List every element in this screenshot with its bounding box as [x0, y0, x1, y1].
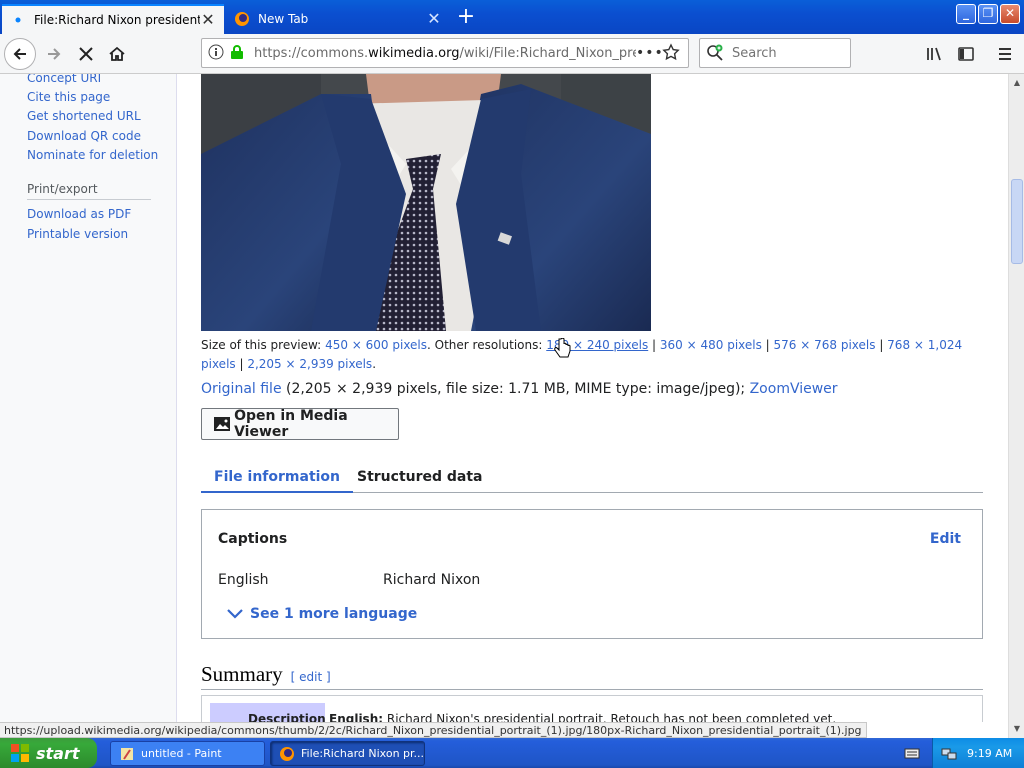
stop-x-icon — [79, 47, 93, 61]
arrow-right-icon — [48, 48, 61, 60]
home-icon — [109, 46, 125, 61]
clock[interactable]: 9:19 AM — [967, 747, 1012, 760]
sidebar-link-printable[interactable]: Printable version — [27, 227, 128, 241]
zoomviewer-link[interactable]: ZoomViewer — [750, 381, 838, 397]
tab-title: File:Richard Nixon presidential por — [34, 13, 200, 27]
hamburger-icon — [999, 48, 1011, 60]
scroll-down-icon[interactable]: ▼ — [1011, 722, 1023, 736]
sidebar-link-nominate-deletion[interactable]: Nominate for deletion — [27, 148, 158, 162]
home-button[interactable] — [101, 38, 133, 70]
address-bar[interactable]: https://commons.wikimedia.org/wiki/File:… — [201, 38, 689, 68]
library-icon — [927, 47, 941, 61]
search-bar[interactable]: Search — [699, 38, 851, 68]
tab-wikimedia-file[interactable]: File:Richard Nixon presidential por ✕ — [2, 4, 224, 34]
sidebar-link-short-url[interactable]: Get shortened URL — [27, 109, 141, 123]
file-tabs: File information Structured data — [201, 466, 983, 493]
summary-edit-link[interactable]: [ edit ] — [291, 670, 331, 684]
caption-text: Richard Nixon — [383, 572, 481, 588]
scrollbar-thumb[interactable] — [1011, 179, 1023, 264]
page-viewport: Concept URI Cite this page Get shortened… — [0, 74, 1008, 722]
start-button[interactable]: start — [0, 738, 97, 768]
sidebar-icon — [958, 47, 974, 61]
description-text: English: Richard Nixon's presidential po… — [329, 712, 837, 722]
resolution-link-576[interactable]: 576 × 768 pixels — [774, 338, 876, 352]
close-window-button[interactable]: ✕ — [1000, 4, 1020, 24]
loading-dot-icon — [10, 12, 26, 28]
open-media-viewer-button[interactable]: Open in Media Viewer — [201, 408, 399, 440]
network-icon[interactable] — [941, 745, 957, 761]
taskbar-item-paint[interactable]: untitled - Paint — [110, 741, 265, 766]
back-button[interactable] — [4, 38, 36, 70]
image-icon — [214, 417, 230, 431]
bookmark-star-icon[interactable] — [662, 42, 688, 64]
preview-size-info: Size of this preview: 450 × 600 pixels. … — [201, 338, 963, 371]
sidebar-link-download-pdf[interactable]: Download as PDF — [27, 207, 131, 221]
status-url-bar: https://upload.wikimedia.org/wikipedia/c… — [0, 722, 867, 738]
info-icon[interactable] — [208, 44, 230, 63]
paint-icon — [119, 746, 135, 762]
vertical-scrollbar[interactable]: ▲ ▼ — [1008, 74, 1024, 738]
taskbar-item-firefox[interactable]: File:Richard Nixon pr... — [270, 741, 425, 766]
firefox-logo-icon — [234, 11, 250, 27]
url-text[interactable]: https://commons.wikimedia.org/wiki/File:… — [248, 46, 636, 61]
stop-button[interactable] — [70, 38, 102, 70]
sidebar-toggle-button[interactable] — [950, 38, 982, 70]
windows-taskbar: start untitled - Paint File:Richard Nixo… — [0, 738, 1024, 768]
tab-file-information[interactable]: File information — [201, 466, 354, 493]
forward-button[interactable] — [38, 38, 70, 70]
original-file-link[interactable]: Original file — [201, 381, 282, 397]
resolution-link-360[interactable]: 360 × 480 pixels — [660, 338, 762, 352]
hand-cursor-icon — [554, 338, 571, 358]
browser-titlebar: File:Richard Nixon presidential por ✕ Ne… — [0, 0, 1024, 34]
search-engine-icon — [707, 44, 723, 61]
tab-new-tab[interactable]: New Tab ✕ — [226, 4, 450, 34]
size-label: Size of this preview: — [201, 338, 322, 352]
close-tab-icon[interactable]: ✕ — [426, 11, 442, 27]
sidebar-link-cite[interactable]: Cite this page — [27, 90, 110, 104]
windows-logo-icon — [11, 744, 29, 762]
arrow-left-icon — [13, 48, 26, 60]
portrait-image[interactable] — [201, 74, 651, 331]
original-file-info: Original file (2,205 × 2,939 pixels, fil… — [201, 381, 838, 397]
keyboard-icon[interactable] — [904, 746, 920, 760]
minimize-button[interactable]: _ — [956, 4, 976, 24]
captions-box: Captions Edit English Richard Nixon See … — [201, 509, 983, 639]
summary-table: Description English: Richard Nixon's pre… — [201, 695, 983, 722]
system-tray: 9:19 AM — [932, 738, 1024, 768]
new-tab-button[interactable]: + — [455, 6, 477, 29]
summary-heading: Summary[ edit ] — [201, 662, 983, 690]
sidebar-link-concept-uri[interactable]: Concept URI — [27, 74, 101, 85]
chevron-down-icon — [227, 609, 243, 619]
captions-edit-button[interactable]: Edit — [930, 531, 961, 547]
scroll-up-icon[interactable]: ▲ — [1011, 76, 1023, 90]
lock-icon[interactable] — [230, 44, 248, 63]
page-actions-icon[interactable]: ••• — [636, 45, 663, 61]
see-more-languages-link[interactable]: See 1 more language — [226, 606, 417, 622]
firefox-logo-icon — [279, 746, 295, 762]
captions-heading: Captions — [218, 531, 288, 547]
hamburger-menu-button[interactable] — [989, 38, 1021, 70]
print-export-heading: Print/export — [27, 182, 151, 200]
resolution-link-original[interactable]: 2,205 × 2,939 pixels — [247, 357, 372, 371]
wiki-sidebar: Concept URI Cite this page Get shortened… — [0, 74, 177, 722]
caption-language: English — [218, 572, 269, 588]
library-button[interactable] — [918, 38, 950, 70]
navigation-toolbar: https://commons.wikimedia.org/wiki/File:… — [0, 34, 1024, 74]
tab-structured-data[interactable]: Structured data — [344, 466, 496, 493]
sidebar-link-qr[interactable]: Download QR code — [27, 129, 141, 143]
maximize-button[interactable]: ❐ — [978, 4, 998, 24]
tab-title: New Tab — [258, 12, 309, 26]
description-label: Description — [210, 703, 326, 722]
preview-size-link[interactable]: 450 × 600 pixels — [325, 338, 427, 352]
search-placeholder: Search — [732, 45, 777, 61]
close-tab-icon[interactable]: ✕ — [200, 12, 216, 28]
